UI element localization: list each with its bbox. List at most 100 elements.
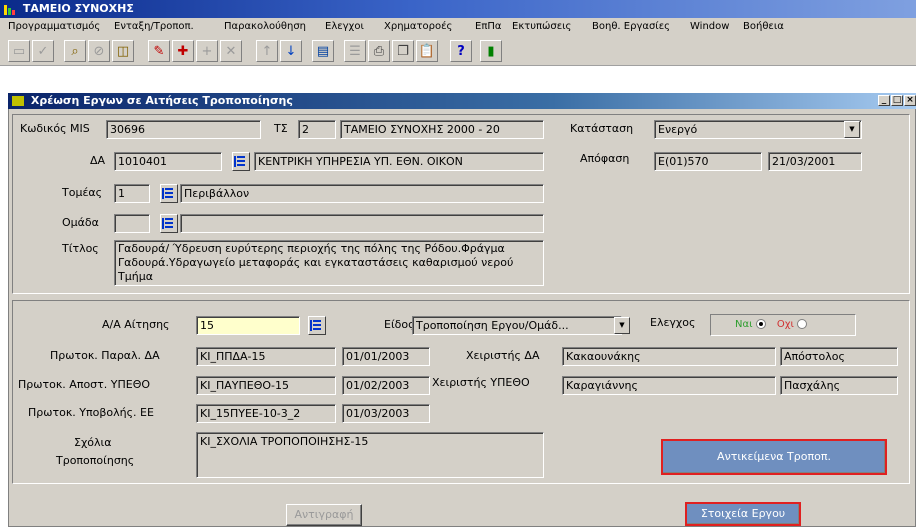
- status-label: Κατάσταση: [570, 122, 634, 135]
- aa-field[interactable]: 15: [196, 316, 300, 335]
- prot-para-field[interactable]: ΚΙ_ΠΠΔΑ-15: [196, 347, 336, 366]
- prot-apost-field[interactable]: ΚΙ_ΠΑΥΠΕΘΟ-15: [196, 376, 336, 395]
- title-textarea[interactable]: Γαδουρά/ Ύδρευση ευρύτερης περιοχής της …: [114, 240, 544, 286]
- list-icon: [234, 156, 245, 167]
- prot-para-date-field[interactable]: 01/01/2003: [342, 347, 430, 366]
- ts-label: ΤΣ: [274, 122, 288, 135]
- handler-ypetho-first-field[interactable]: Πασχάλης: [780, 376, 898, 395]
- status-dropdown-button[interactable]: ▼: [844, 121, 860, 138]
- down-arrow-icon: ↓: [285, 43, 297, 59]
- title-label: Τίτλος: [62, 242, 99, 255]
- up-arrow-button[interactable]: ↑: [256, 40, 278, 62]
- ts-field[interactable]: 2: [298, 120, 336, 139]
- screen-button[interactable]: ▤: [312, 40, 334, 62]
- da-name-field[interactable]: ΚΕΝΤΡΙΚΗ ΥΠΗΡΕΣΙΑ ΥΠ. ΕΘΝ. ΟΙΚΟΝ: [254, 152, 544, 171]
- sector-lov-button[interactable]: [160, 184, 178, 203]
- sector-name-field[interactable]: Περιβάλλον: [180, 184, 544, 203]
- check-yes-label: Ναι: [735, 319, 753, 330]
- aa-lov-button[interactable]: [308, 316, 326, 335]
- type-dropdown-button[interactable]: ▼: [614, 317, 630, 334]
- list-icon: [310, 320, 321, 331]
- status-select[interactable]: Ενεργό: [654, 120, 862, 139]
- comments-textarea[interactable]: ΚΙ_ΣΧΟΛΙΑ ΤΡΟΠΟΠΟΙΗΣΗΣ-15: [196, 432, 544, 478]
- close-icon: ×: [906, 95, 914, 105]
- list-button[interactable]: ☰: [344, 40, 366, 62]
- exit-icon: ▮: [487, 43, 495, 59]
- edit-icon: ✎: [153, 43, 165, 59]
- menubar: Προγραμματισμός Ενταξη/Τροποπ. Παρακολού…: [0, 18, 916, 36]
- query-button[interactable]: ⌕: [64, 40, 86, 62]
- help-button[interactable]: ?: [450, 40, 472, 62]
- group-field[interactable]: [114, 214, 150, 233]
- menu-checks[interactable]: Ελεγχοι: [325, 21, 364, 32]
- menu-inclusion[interactable]: Ενταξη/Τροποπ.: [114, 21, 194, 32]
- decision-field[interactable]: Ε(01)570: [654, 152, 762, 171]
- check-radio-group: Ναι Οχι: [710, 314, 856, 336]
- menu-cashflows[interactable]: Χρηματοροές: [384, 21, 452, 32]
- menu-aux-tasks[interactable]: Βοηθ. Εργασίες: [592, 21, 670, 32]
- menu-prints[interactable]: Εκτυπώσεις: [512, 21, 571, 32]
- menu-help[interactable]: Βοήθεια: [743, 21, 784, 32]
- menu-window[interactable]: Window: [690, 21, 729, 32]
- paste-button[interactable]: 📋: [416, 40, 438, 62]
- handler-da-label: Χειριστής ΔΑ: [466, 349, 540, 362]
- handler-da-first-field[interactable]: Απόστολος: [780, 347, 898, 366]
- comments-label-line2: Τροποποίησης: [56, 454, 135, 467]
- prot-ypov-date-field[interactable]: 01/03/2003: [342, 404, 430, 423]
- check-no-radio[interactable]: [797, 319, 808, 329]
- down-arrow-button[interactable]: ↓: [280, 40, 302, 62]
- project-details-button[interactable]: Στοιχεία Εργου: [685, 502, 801, 526]
- menu-monitoring[interactable]: Παρακολούθηση: [224, 21, 306, 32]
- check-button[interactable]: ✓: [32, 40, 54, 62]
- check-yes-radio[interactable]: [755, 319, 766, 329]
- objects-modification-button[interactable]: Αντικείμενα Τροποπ.: [661, 439, 887, 475]
- minimize-icon: _: [881, 95, 887, 105]
- group-label: Ομάδα: [62, 216, 99, 229]
- handler-da-last-field[interactable]: Κακαουνάκης: [562, 347, 776, 366]
- copy-button[interactable]: ❐: [392, 40, 414, 62]
- print-button[interactable]: ⎙: [368, 40, 390, 62]
- group-name-field[interactable]: [180, 214, 544, 233]
- copy-icon: ❐: [397, 43, 409, 59]
- sector-field[interactable]: 1: [114, 184, 150, 203]
- close-button[interactable]: ×: [904, 95, 916, 106]
- add-button[interactable]: +: [196, 40, 218, 62]
- handler-ypetho-label: Χειριστής ΥΠΕΘΟ: [432, 376, 530, 389]
- insert-record-button[interactable]: ✚: [172, 40, 194, 62]
- prot-apost-date-field[interactable]: 01/02/2003: [342, 376, 430, 395]
- delete-button[interactable]: ✕: [220, 40, 242, 62]
- maximize-button[interactable]: □: [891, 95, 903, 106]
- form-titlebar: Χρέωση Εργων σε Αιτήσεις Τροποποίησης _ …: [8, 93, 916, 109]
- edit-button[interactable]: ✎: [148, 40, 170, 62]
- cancel-query-button[interactable]: ⊘: [88, 40, 110, 62]
- up-arrow-icon: ↑: [261, 43, 273, 59]
- exit-button[interactable]: ▮: [480, 40, 502, 62]
- prot-ypov-field[interactable]: ΚΙ_15ΠΥΕΕ-10-3_2: [196, 404, 336, 423]
- menu-eppa[interactable]: ΕπΠα: [475, 21, 501, 32]
- toolbar: ▭ ✓ ⌕ ⊘ ◫ ✎ ✚ + ✕ ↑ ↓ ▤ ☰ ⎙ ❐ 📋 ? ▮: [0, 36, 916, 66]
- save-button[interactable]: ▭: [8, 40, 30, 62]
- da-lov-button[interactable]: [232, 152, 250, 171]
- minimize-button[interactable]: _: [878, 95, 890, 106]
- check-label: Ελεγχος: [650, 316, 696, 329]
- copy-record-button[interactable]: Αντιγραφή: [286, 504, 362, 526]
- mis-field[interactable]: 30696: [106, 120, 261, 139]
- handler-ypetho-last-field[interactable]: Καραγιάννης: [562, 376, 776, 395]
- type-select[interactable]: Τροποποίηση Εργου/Ομάδ...: [412, 316, 622, 335]
- execute-query-button[interactable]: ◫: [112, 40, 134, 62]
- menu-programming[interactable]: Προγραμματισμός: [8, 21, 100, 32]
- type-label: Είδος: [384, 318, 415, 331]
- list-icon: [162, 218, 173, 229]
- comments-label-line1: Σχόλια: [74, 436, 112, 449]
- add-icon: +: [201, 43, 213, 59]
- help-icon: ?: [457, 43, 465, 59]
- decision-date-field[interactable]: 21/03/2001: [768, 152, 862, 171]
- app-title: ΤΑΜΕΙΟ ΣΥΝΟΧΗΣ: [22, 2, 134, 15]
- da-field[interactable]: 1010401: [114, 152, 222, 171]
- form-icon: [12, 96, 24, 106]
- group-lov-button[interactable]: [160, 214, 178, 233]
- ts-name-field[interactable]: ΤΑΜΕΙΟ ΣΥΝΟΧΗΣ 2000 - 20: [340, 120, 544, 139]
- chevron-down-icon: ▼: [619, 321, 625, 329]
- paste-icon: 📋: [418, 43, 436, 59]
- app-logo-icon: [4, 3, 16, 15]
